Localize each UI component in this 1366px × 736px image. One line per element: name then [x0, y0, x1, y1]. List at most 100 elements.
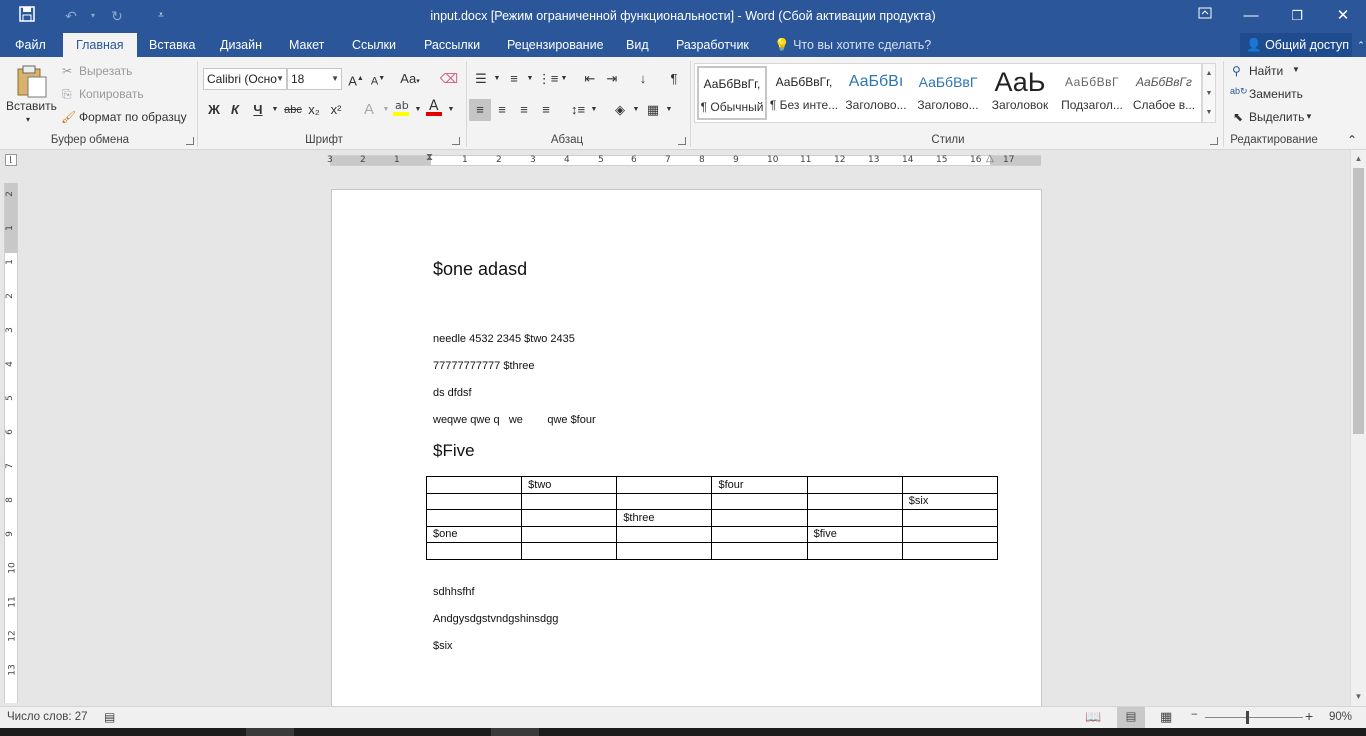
- select-button[interactable]: Выделить: [1249, 110, 1304, 124]
- superscript-button[interactable]: x²: [325, 99, 347, 121]
- show-marks-icon[interactable]: ¶: [663, 68, 685, 90]
- style-subtle-emphasis[interactable]: АаБбВвГг Слабое в...: [1129, 66, 1199, 120]
- tab-mailings[interactable]: Рассылки: [411, 33, 493, 57]
- justify-icon[interactable]: ≡: [535, 99, 557, 121]
- table-cell[interactable]: [901, 542, 999, 560]
- table-cell[interactable]: [806, 542, 903, 560]
- table-cell[interactable]: [711, 542, 808, 560]
- table-cell[interactable]: [711, 509, 808, 527]
- font-color-dropdown-icon[interactable]: ▼: [440, 99, 462, 121]
- style-subtitle[interactable]: АаБбВвГ Подзагол...: [1057, 66, 1127, 120]
- macro-record-icon[interactable]: ▤: [104, 710, 115, 724]
- subscript-button[interactable]: x₂: [303, 99, 325, 121]
- table-cell[interactable]: [806, 509, 903, 527]
- copy-icon[interactable]: ⎘: [62, 87, 72, 102]
- table-cell[interactable]: [425, 476, 523, 494]
- horizontal-ruler[interactable]: 3 2 1 1 2 3 4 5 6 7 8 9 10 11 12 13 14 15 16 17 ⧗ △: [327, 152, 1041, 166]
- style-no-spacing[interactable]: АаБбВвГг, ¶ Без инте...: [769, 66, 839, 120]
- paste-dropdown-icon[interactable]: ▾: [26, 115, 30, 124]
- right-indent-marker-icon[interactable]: △: [986, 153, 994, 164]
- table-cell[interactable]: [425, 509, 523, 527]
- table-cell[interactable]: [616, 525, 713, 543]
- tab-insert[interactable]: Вставка: [136, 33, 208, 57]
- format-painter-button[interactable]: Формат по образцу: [79, 110, 187, 124]
- shrink-font-button[interactable]: A▼: [367, 68, 389, 90]
- find-button[interactable]: Найти: [1249, 64, 1283, 78]
- taskbar-item[interactable]: [246, 728, 294, 736]
- scroll-down-icon[interactable]: ▼: [1203, 84, 1215, 104]
- zoom-level[interactable]: 90%: [1329, 711, 1352, 723]
- change-case-button[interactable]: Aa▾: [395, 68, 425, 90]
- table-cell[interactable]: [616, 476, 713, 494]
- tab-file[interactable]: Файл: [2, 33, 59, 57]
- tab-design[interactable]: Дизайн: [207, 33, 275, 57]
- close-button[interactable]: ✕: [1320, 0, 1366, 33]
- table-cell[interactable]: [616, 542, 713, 560]
- table-cell[interactable]: [521, 542, 618, 560]
- table-cell[interactable]: [806, 476, 903, 494]
- ribbon-display-options-icon[interactable]: [1182, 0, 1228, 33]
- print-layout-icon[interactable]: ▤: [1117, 707, 1145, 728]
- clipboard-launcher-icon[interactable]: [186, 137, 194, 145]
- cut-button[interactable]: Вырезать: [79, 64, 132, 78]
- vertical-scrollbar[interactable]: ▲ ▼: [1350, 150, 1366, 706]
- read-mode-icon[interactable]: 📖: [1085, 709, 1101, 725]
- taskbar-item[interactable]: [491, 728, 539, 736]
- font-launcher-icon[interactable]: [452, 137, 460, 145]
- paragraph-launcher-icon[interactable]: [678, 137, 686, 145]
- scroll-up-icon[interactable]: ▲: [1351, 152, 1366, 166]
- strikethrough-button[interactable]: abc: [282, 99, 304, 121]
- zoom-in-icon[interactable]: +: [1305, 708, 1313, 724]
- cut-icon[interactable]: ✂: [62, 64, 72, 78]
- table-cell[interactable]: [425, 492, 523, 510]
- style-title[interactable]: АаЬ Заголовок: [985, 66, 1055, 120]
- paste-icon[interactable]: [12, 63, 48, 99]
- table-cell[interactable]: $five: [806, 525, 903, 543]
- format-painter-icon[interactable]: 🖌: [61, 110, 76, 124]
- tab-view[interactable]: Вид: [613, 33, 662, 57]
- table-cell[interactable]: [806, 492, 903, 510]
- scroll-down-icon[interactable]: ▼: [1351, 690, 1366, 704]
- align-center-icon[interactable]: ≡: [491, 99, 513, 121]
- zoom-slider-thumb[interactable]: [1246, 711, 1249, 724]
- decrease-indent-icon[interactable]: ⇤: [579, 68, 601, 90]
- scroll-up-icon[interactable]: ▲: [1203, 64, 1215, 84]
- scroll-thumb[interactable]: [1353, 168, 1364, 434]
- table-cell[interactable]: $six: [901, 492, 999, 510]
- grow-font-button[interactable]: A▲: [345, 68, 367, 90]
- find-icon[interactable]: ⚲: [1232, 64, 1241, 78]
- paste-button[interactable]: Вставить: [6, 99, 57, 113]
- align-left-icon[interactable]: ≡: [469, 99, 491, 121]
- sort-icon[interactable]: ↓: [632, 68, 654, 90]
- font-size-combo[interactable]: 18 ▼: [287, 68, 342, 90]
- italic-button[interactable]: К: [224, 99, 246, 121]
- table-cell[interactable]: [616, 492, 713, 510]
- table-cell[interactable]: [425, 542, 523, 560]
- table-cell[interactable]: [901, 525, 999, 543]
- zoom-slider[interactable]: [1205, 717, 1303, 718]
- find-dropdown-icon[interactable]: ▼: [1292, 65, 1300, 74]
- multilevel-dropdown-icon[interactable]: ▼: [553, 68, 575, 90]
- bold-button[interactable]: Ж: [203, 99, 225, 121]
- table-cell[interactable]: [901, 509, 999, 527]
- table-cell[interactable]: [521, 525, 618, 543]
- select-icon[interactable]: ⬉: [1233, 110, 1243, 124]
- style-normal[interactable]: АаБбВвГг, ¶ Обычный: [697, 66, 767, 120]
- clear-formatting-icon[interactable]: ⌫: [438, 68, 460, 90]
- increase-indent-icon[interactable]: ⇥: [601, 68, 623, 90]
- style-heading1[interactable]: АаБбВı Заголово...: [841, 66, 911, 120]
- styles-scroll[interactable]: ▲ ▼ ▼: [1202, 63, 1216, 123]
- tab-selector[interactable]: ⌊: [5, 154, 17, 166]
- table-cell[interactable]: [711, 525, 808, 543]
- table-cell[interactable]: $four: [711, 476, 808, 494]
- restore-button[interactable]: ❐: [1274, 0, 1320, 33]
- table-cell[interactable]: $two: [521, 476, 618, 494]
- replace-button[interactable]: Заменить: [1249, 87, 1303, 101]
- table-cell[interactable]: $three: [616, 509, 713, 527]
- table-cell[interactable]: [521, 509, 618, 527]
- borders-dropdown-icon[interactable]: ▼: [658, 99, 680, 121]
- web-layout-icon[interactable]: ▦: [1160, 709, 1172, 725]
- minimize-button[interactable]: —: [1228, 0, 1274, 33]
- more-styles-icon[interactable]: ▼: [1203, 104, 1215, 122]
- share-button[interactable]: 👤 Общий доступ: [1240, 33, 1352, 57]
